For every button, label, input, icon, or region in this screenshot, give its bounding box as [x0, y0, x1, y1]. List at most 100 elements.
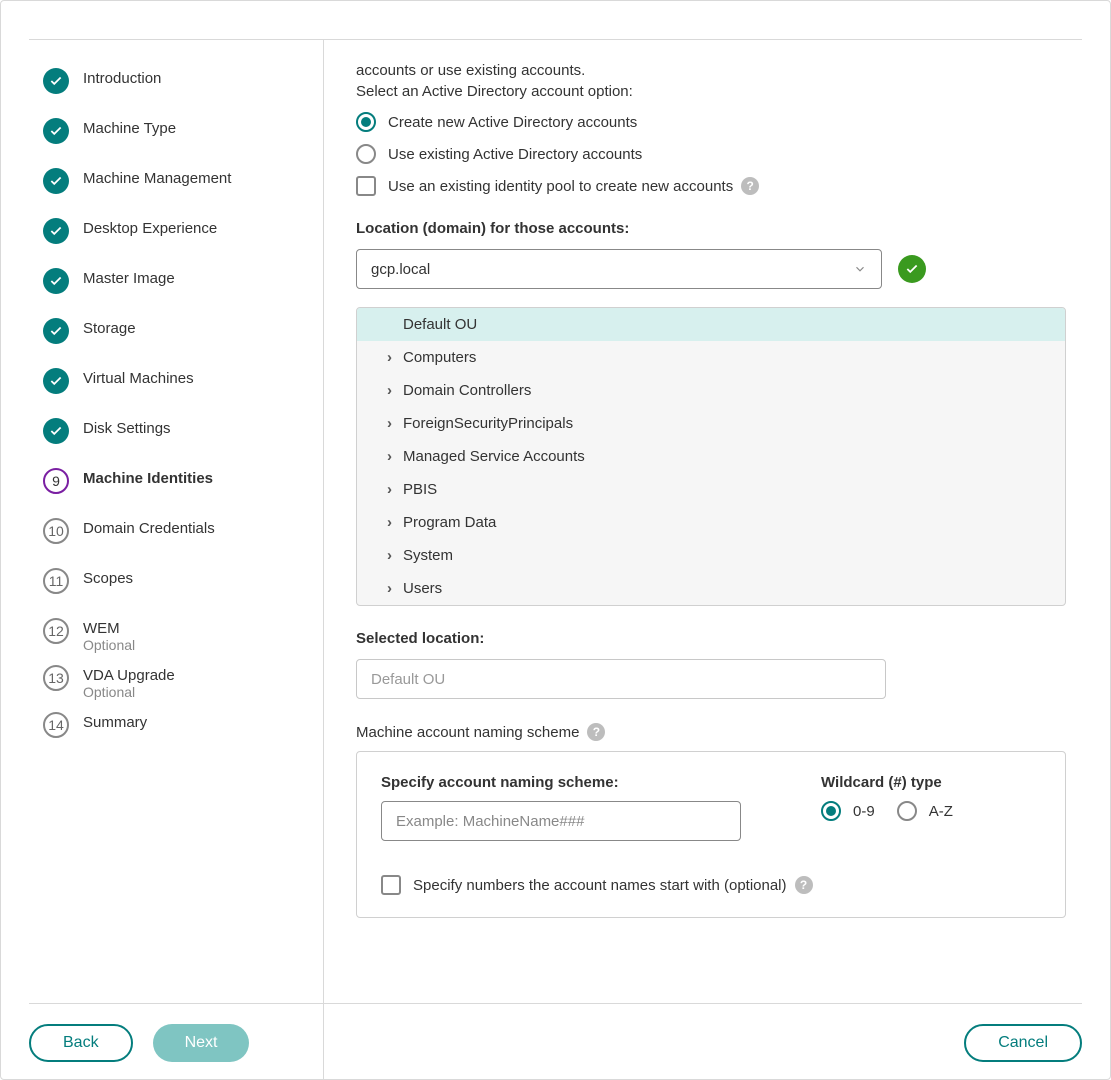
step-label: Introduction — [83, 70, 161, 87]
wizard-step[interactable]: Desktop Experience — [43, 218, 323, 244]
wizard-step[interactable]: 11 Scopes — [43, 568, 323, 594]
checkbox-icon — [381, 875, 401, 895]
ou-tree-item[interactable]: › ForeignSecurityPrincipals — [357, 407, 1065, 440]
help-icon[interactable]: ? — [795, 876, 813, 894]
ou-tree-item[interactable]: Default OU — [357, 308, 1065, 341]
radio-create-new-ad[interactable]: Create new Active Directory accounts — [356, 112, 1066, 132]
selected-location-field: Default OU — [356, 659, 886, 699]
ou-item-label: Managed Service Accounts — [403, 448, 585, 465]
wizard-footer: Back Next Cancel — [29, 1003, 1082, 1063]
wizard-step[interactable]: 14Summary — [43, 712, 323, 738]
checkbox-start-numbers[interactable]: Specify numbers the account names start … — [381, 875, 1041, 895]
selected-location-value: Default OU — [371, 671, 445, 688]
step-number-badge: 11 — [43, 568, 69, 594]
step-sublabel: Optional — [83, 637, 135, 653]
step-number-badge: 12 — [43, 618, 69, 644]
naming-scheme-heading: Machine account naming scheme ? — [356, 723, 1066, 741]
wizard-step[interactable]: 9 Machine Identities — [43, 468, 323, 494]
radio-use-existing-ad[interactable]: Use existing Active Directory accounts — [356, 144, 1066, 164]
wizard-step[interactable]: 12WEMOptional — [43, 618, 323, 653]
ou-item-label: PBIS — [403, 481, 437, 498]
check-icon — [43, 368, 69, 394]
chevron-down-icon — [853, 262, 867, 276]
radio-icon — [356, 112, 376, 132]
check-icon — [43, 168, 69, 194]
naming-scheme-input[interactable] — [381, 801, 741, 841]
start-numbers-label: Specify numbers the account names start … — [413, 877, 787, 894]
check-icon — [43, 68, 69, 94]
radio-wildcard-az[interactable]: A-Z — [897, 801, 953, 821]
radio-wildcard-09[interactable]: 0-9 — [821, 801, 875, 821]
step-number-badge: 14 — [43, 712, 69, 738]
wizard-step[interactable]: 13 VDA UpgradeOptional — [43, 665, 323, 700]
step-label: Scopes — [83, 570, 133, 587]
chevron-right-icon: › — [387, 547, 397, 564]
checkbox-pool-label: Use an existing identity pool to create … — [388, 178, 733, 195]
step-label: Disk Settings — [83, 420, 171, 437]
ou-item-label: ForeignSecurityPrincipals — [403, 415, 573, 432]
step-number-badge: 13 — [43, 665, 69, 691]
ou-tree-item[interactable]: ›Users — [357, 572, 1065, 605]
domain-select[interactable]: gcp.local — [356, 249, 882, 289]
step-label: Storage — [83, 320, 136, 337]
radio-icon — [897, 801, 917, 821]
domain-valid-icon — [898, 255, 926, 283]
intro-text-tail: accounts or use existing accounts. — [356, 62, 1066, 79]
help-icon[interactable]: ? — [741, 177, 759, 195]
step-sublabel: Optional — [83, 684, 175, 700]
step-label: Machine Management — [83, 170, 231, 187]
checkbox-identity-pool[interactable]: Use an existing identity pool to create … — [356, 176, 1066, 196]
chevron-right-icon: › — [387, 481, 397, 498]
wizard-step[interactable]: Machine Type — [43, 118, 323, 144]
help-icon[interactable]: ? — [587, 723, 605, 741]
location-label: Location (domain) for those accounts: — [356, 220, 1066, 237]
ou-tree-item[interactable]: ›Computers — [357, 341, 1065, 374]
wizard-step[interactable]: Master Image — [43, 268, 323, 294]
check-icon — [43, 218, 69, 244]
radio-icon — [356, 144, 376, 164]
wildcard-az-label: A-Z — [929, 803, 953, 820]
wizard-step[interactable]: Introduction — [43, 68, 323, 94]
specify-scheme-label: Specify account naming scheme: — [381, 774, 741, 791]
wizard-step[interactable]: Disk Settings — [43, 418, 323, 444]
wildcard-type-label: Wildcard (#) type — [821, 774, 953, 791]
radio-existing-label: Use existing Active Directory accounts — [388, 146, 642, 163]
back-button[interactable]: Back — [29, 1024, 133, 1062]
selected-location-label: Selected location: — [356, 630, 1066, 647]
ou-item-label: System — [403, 547, 453, 564]
ou-tree-item[interactable]: ›Domain Controllers — [357, 374, 1065, 407]
chevron-right-icon: › — [387, 448, 397, 465]
next-button[interactable]: Next — [153, 1024, 250, 1062]
radio-icon — [821, 801, 841, 821]
step-number-badge: 10 — [43, 518, 69, 544]
wizard-sidebar: Introduction Machine Type Machine Manageme… — [29, 40, 323, 1079]
check-icon — [43, 118, 69, 144]
wizard-step[interactable]: Machine Management — [43, 168, 323, 194]
cancel-button[interactable]: Cancel — [964, 1024, 1082, 1062]
wizard-step[interactable]: 10 Domain Credentials — [43, 518, 323, 544]
ou-tree-item[interactable]: › Managed Service Accounts — [357, 440, 1065, 473]
step-label: Master Image — [83, 270, 175, 287]
wizard-step[interactable]: Storage — [43, 318, 323, 344]
step-number-badge: 9 — [43, 468, 69, 494]
step-label: Machine Identities — [83, 470, 213, 487]
ou-tree-item[interactable]: › PBIS — [357, 473, 1065, 506]
chevron-right-icon: › — [387, 349, 397, 366]
step-label: VDA Upgrade — [83, 667, 175, 684]
ou-tree-item[interactable]: › Program Data — [357, 506, 1065, 539]
chevron-right-icon: › — [387, 382, 397, 399]
step-label: Virtual Machines — [83, 370, 194, 387]
ou-tree-item[interactable]: › System — [357, 539, 1065, 572]
step-label: Desktop Experience — [83, 220, 217, 237]
check-icon — [43, 318, 69, 344]
ou-item-label: Users — [403, 580, 442, 597]
naming-scheme-panel: Specify account naming scheme: Wildcard … — [356, 751, 1066, 918]
chevron-right-icon: › — [387, 415, 397, 432]
wizard-step[interactable]: Virtual Machines — [43, 368, 323, 394]
chevron-right-icon: › — [387, 514, 397, 531]
step-label: Domain Credentials — [83, 520, 215, 537]
ou-item-label: Program Data — [403, 514, 496, 531]
ad-option-prompt: Select an Active Directory account optio… — [356, 83, 1066, 100]
check-icon — [43, 418, 69, 444]
check-icon — [43, 268, 69, 294]
